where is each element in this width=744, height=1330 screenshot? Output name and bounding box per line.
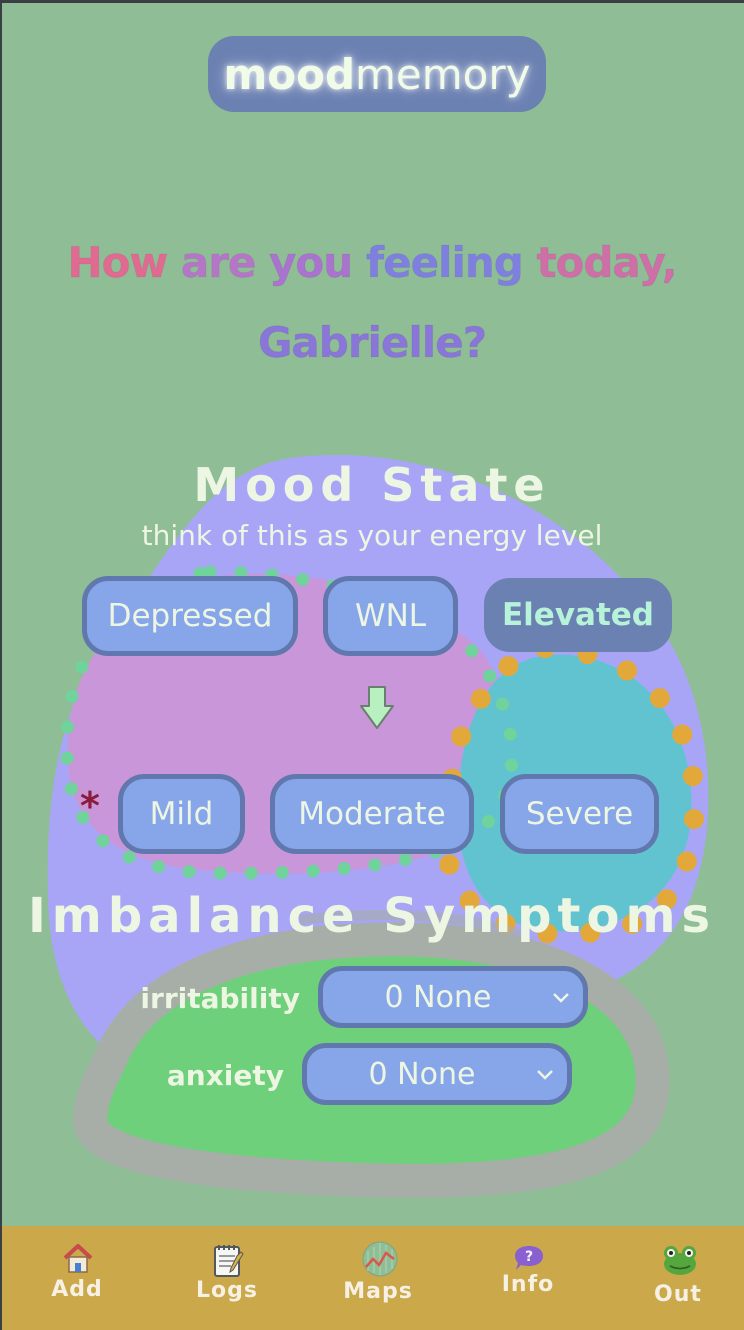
chevron-down-icon bbox=[553, 993, 569, 1003]
nav-info-label: Info bbox=[501, 1272, 555, 1297]
mood-elevated-button[interactable]: Elevated bbox=[484, 578, 672, 652]
irritability-select[interactable]: 0 None bbox=[318, 966, 588, 1028]
greeting-line-2: Gabrielle? bbox=[30, 318, 714, 368]
question-bubble-icon: ? bbox=[515, 1246, 543, 1270]
severity-severe-button[interactable]: Severe bbox=[500, 774, 659, 854]
decorative-blobs bbox=[47, 454, 709, 1198]
chevron-down-icon bbox=[537, 1070, 553, 1080]
nav-out-label: Out bbox=[654, 1282, 702, 1307]
frog-icon bbox=[664, 1246, 696, 1275]
severity-mild-button[interactable]: Mild bbox=[118, 774, 245, 854]
nav-maps-label: Maps bbox=[343, 1279, 413, 1304]
greeting-word: feeling bbox=[365, 238, 537, 288]
greeting-word: Gabrielle? bbox=[257, 318, 487, 368]
mood-state-heading: Mood State bbox=[193, 458, 551, 512]
nav-logs[interactable]: Logs bbox=[172, 1226, 282, 1330]
nav-out[interactable]: Out bbox=[623, 1226, 733, 1330]
nav-add-label: Add bbox=[51, 1277, 103, 1302]
greeting-word: today, bbox=[536, 238, 678, 288]
greeting-line-1: How are you feeling today, bbox=[30, 238, 714, 288]
svg-text:?: ? bbox=[525, 1249, 533, 1265]
greeting-word: How bbox=[67, 238, 181, 288]
nav-add[interactable]: Add bbox=[22, 1226, 132, 1330]
irritability-label: irritability bbox=[140, 982, 300, 1015]
nav-info[interactable]: ? Info bbox=[473, 1226, 583, 1330]
app-logo: mood memory bbox=[208, 36, 546, 112]
greeting-word: are bbox=[180, 238, 270, 288]
mood-wnl-button[interactable]: WNL bbox=[323, 576, 458, 656]
severity-moderate-button[interactable]: Moderate bbox=[270, 774, 474, 854]
nav-maps[interactable]: Maps bbox=[323, 1226, 433, 1330]
mood-depressed-button[interactable]: Depressed bbox=[82, 576, 298, 656]
anxiety-select[interactable]: 0 None bbox=[302, 1043, 572, 1105]
bottom-nav: Add Logs Maps ? Info Out bbox=[2, 1226, 744, 1330]
logo-light-text: memory bbox=[355, 49, 531, 99]
down-arrow-icon bbox=[360, 686, 394, 729]
irritability-value: 0 None bbox=[384, 979, 492, 1015]
required-asterisk: * bbox=[80, 784, 100, 828]
nav-logs-label: Logs bbox=[196, 1278, 258, 1303]
anxiety-label: anxiety bbox=[166, 1059, 284, 1092]
anxiety-value: 0 None bbox=[368, 1056, 476, 1092]
imbalance-symptoms-heading: Imbalance Symptoms bbox=[27, 888, 717, 944]
house-icon bbox=[63, 1244, 93, 1273]
notepad-icon bbox=[214, 1245, 244, 1277]
mood-state-subtitle: think of this as your energy level bbox=[141, 519, 603, 552]
chart-globe-icon bbox=[362, 1241, 398, 1277]
logo-bold-text: mood bbox=[223, 49, 356, 99]
greeting-word: you bbox=[269, 238, 366, 288]
